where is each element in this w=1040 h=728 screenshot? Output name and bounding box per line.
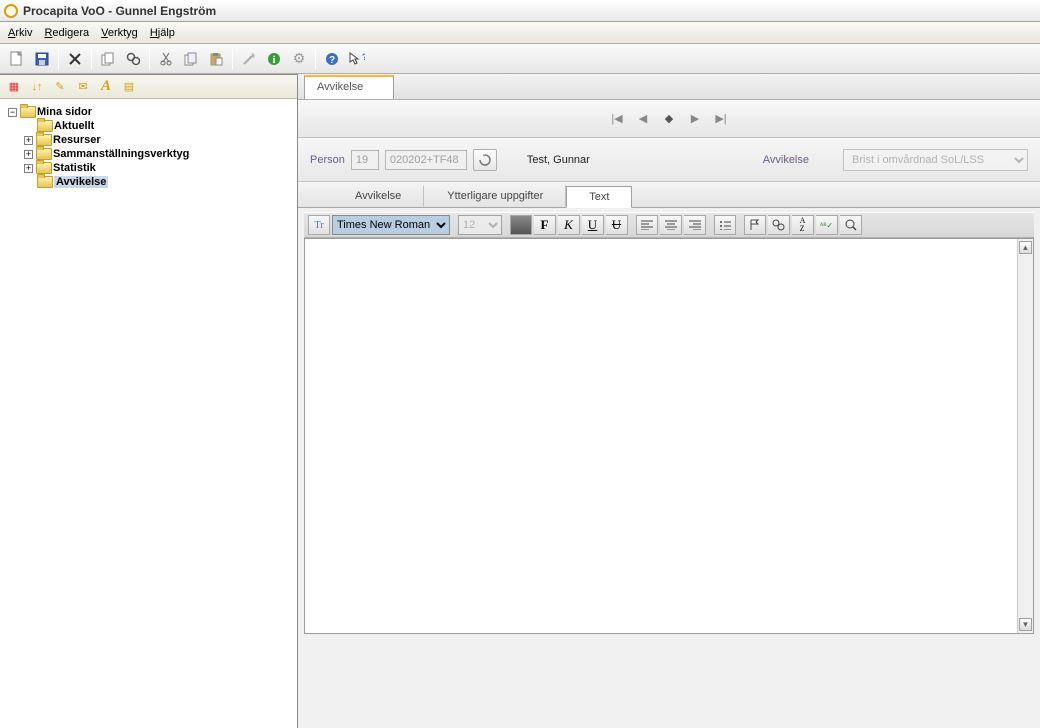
tree-view: − Mina sidor Aktuellt +Resurser +Sammans… xyxy=(0,99,297,195)
tree-aktuellt[interactable]: Aktuellt xyxy=(24,119,293,133)
refresh-button[interactable] xyxy=(473,149,497,171)
sidebar-toolbar: ▦ ↓↑ ✎ ✉ A ▤ xyxy=(0,75,297,99)
delete-icon[interactable] xyxy=(64,48,86,70)
sb-list-icon[interactable]: ▤ xyxy=(119,78,139,96)
font-icon[interactable]: Tr xyxy=(308,215,330,235)
copy2-icon[interactable] xyxy=(180,48,202,70)
vertical-scrollbar[interactable]: ▲ ▼ xyxy=(1017,239,1033,633)
wand-icon[interactable] xyxy=(238,48,260,70)
italic-button[interactable]: K xyxy=(558,215,580,235)
tab-avvikelse[interactable]: Avvikelse xyxy=(332,185,424,207)
sb-sort-icon[interactable]: ↓↑ xyxy=(27,78,47,96)
scroll-down-icon[interactable]: ▼ xyxy=(1019,618,1032,631)
tree-root[interactable]: − Mina sidor xyxy=(8,105,293,119)
expand-icon[interactable]: + xyxy=(24,164,33,173)
font-select[interactable]: Times New Roman xyxy=(332,215,450,235)
doc-tab-strip: Avvikelse xyxy=(298,74,1040,100)
avvikelse-label: Avvikelse xyxy=(763,154,809,166)
tree-samman[interactable]: +Sammanställningsverktyg xyxy=(24,147,293,161)
text-editor[interactable] xyxy=(305,239,1017,633)
expand-icon[interactable]: + xyxy=(24,136,33,145)
nav-prev-icon[interactable]: ◀ xyxy=(636,112,650,126)
scroll-up-icon[interactable]: ▲ xyxy=(1019,241,1032,254)
svg-text:?: ? xyxy=(329,55,335,66)
pointer-help-icon[interactable]: ? xyxy=(346,48,368,70)
color-icon[interactable] xyxy=(510,215,532,235)
save-icon[interactable] xyxy=(31,48,53,70)
size-select[interactable]: 12 xyxy=(458,215,502,235)
strike-button[interactable]: U xyxy=(606,215,628,235)
folder-icon xyxy=(37,176,51,188)
content-pane: Avvikelse |◀ ◀ ◆ ▶ ▶| Person Test, Gunna… xyxy=(298,74,1040,728)
paste-icon[interactable] xyxy=(205,48,227,70)
tab-text[interactable]: Text xyxy=(566,186,632,208)
sb-mail-icon[interactable]: ✉ xyxy=(73,78,93,96)
svg-text:?: ? xyxy=(362,52,365,62)
menu-bar: Arkiv Redigera Verktyg Hjälp xyxy=(0,22,1040,44)
title-bar: Procapita VoO - Gunnel Engström xyxy=(0,0,1040,22)
gears-icon[interactable]: ⚙ xyxy=(288,48,310,70)
tab-ytterligare[interactable]: Ytterligare uppgifter xyxy=(424,185,566,207)
folder-icon xyxy=(20,106,34,118)
menu-hjalp[interactable]: Hjälp xyxy=(144,24,181,42)
tree-avvikelse[interactable]: Avvikelse xyxy=(24,175,293,189)
sort-az-icon[interactable]: AZ xyxy=(792,215,814,235)
inner-tab-strip: Avvikelse Ytterligare uppgifter Text xyxy=(298,182,1040,208)
menu-verktyg[interactable]: Verktyg xyxy=(95,24,144,42)
sidebar: ▦ ↓↑ ✎ ✉ A ▤ − Mina sidor Aktuellt +Resu… xyxy=(0,74,298,728)
align-center-icon[interactable] xyxy=(660,215,682,235)
new-icon[interactable] xyxy=(6,48,28,70)
main-toolbar: i ⚙ ? ? xyxy=(0,44,1040,74)
folder-icon xyxy=(36,134,50,146)
spellcheck-icon[interactable]: ᴬᴮ✓ xyxy=(816,215,838,235)
editor-container: ▲ ▼ xyxy=(304,238,1034,634)
copy-icon[interactable] xyxy=(97,48,119,70)
person-label: Person xyxy=(310,154,345,166)
window-title: Procapita VoO - Gunnel Engström xyxy=(23,4,216,18)
person-code-field[interactable] xyxy=(385,150,467,170)
folder-icon xyxy=(36,148,50,160)
align-right-icon[interactable] xyxy=(684,215,706,235)
main-area: ▦ ↓↑ ✎ ✉ A ▤ − Mina sidor Aktuellt +Resu… xyxy=(0,74,1040,728)
zoom-icon[interactable] xyxy=(840,215,862,235)
underline-button[interactable]: U xyxy=(582,215,604,235)
help-icon[interactable]: ? xyxy=(321,48,343,70)
cut-icon[interactable] xyxy=(155,48,177,70)
editor-toolbar: Tr Times New Roman 12 F K U U AZ ᴬᴮ✓ xyxy=(304,212,1034,238)
nav-next-icon[interactable]: ▶ xyxy=(688,112,702,126)
menu-arkiv[interactable]: Arkiv xyxy=(2,24,38,42)
tree-resurser[interactable]: +Resurser xyxy=(24,133,293,147)
nav-first-icon[interactable]: |◀ xyxy=(610,112,624,126)
bullets-icon[interactable] xyxy=(714,215,736,235)
nav-last-icon[interactable]: ▶| xyxy=(714,112,728,126)
form-header: Person Test, Gunnar Avvikelse Brist i om… xyxy=(298,138,1040,182)
folder-icon xyxy=(36,162,50,174)
folder-icon xyxy=(37,120,51,132)
tree-root-label: Mina sidor xyxy=(37,106,92,118)
app-icon xyxy=(4,4,18,18)
person-name: Test, Gunnar xyxy=(527,154,590,166)
align-left-icon[interactable] xyxy=(636,215,658,235)
expand-icon[interactable]: + xyxy=(24,150,33,159)
sb-font-icon[interactable]: A xyxy=(96,78,116,96)
find-icon[interactable] xyxy=(768,215,790,235)
search-icon[interactable] xyxy=(122,48,144,70)
avvikelse-select[interactable]: Brist i omvårdnad SoL/LSS xyxy=(843,149,1028,171)
svg-text:i: i xyxy=(273,55,276,66)
tree-statistik[interactable]: +Statistik xyxy=(24,161,293,175)
info-icon[interactable]: i xyxy=(263,48,285,70)
record-navigator: |◀ ◀ ◆ ▶ ▶| xyxy=(298,100,1040,138)
doc-tab-avvikelse[interactable]: Avvikelse xyxy=(304,75,394,99)
person-id-field[interactable] xyxy=(351,150,379,170)
menu-redigera[interactable]: Redigera xyxy=(38,24,95,42)
flag-icon[interactable] xyxy=(744,215,766,235)
bold-button[interactable]: F xyxy=(534,215,556,235)
nav-current-icon[interactable]: ◆ xyxy=(662,112,676,126)
collapse-icon[interactable]: − xyxy=(8,108,17,117)
sb-filter-icon[interactable]: ▦ xyxy=(4,78,24,96)
sb-note-icon[interactable]: ✎ xyxy=(50,78,70,96)
